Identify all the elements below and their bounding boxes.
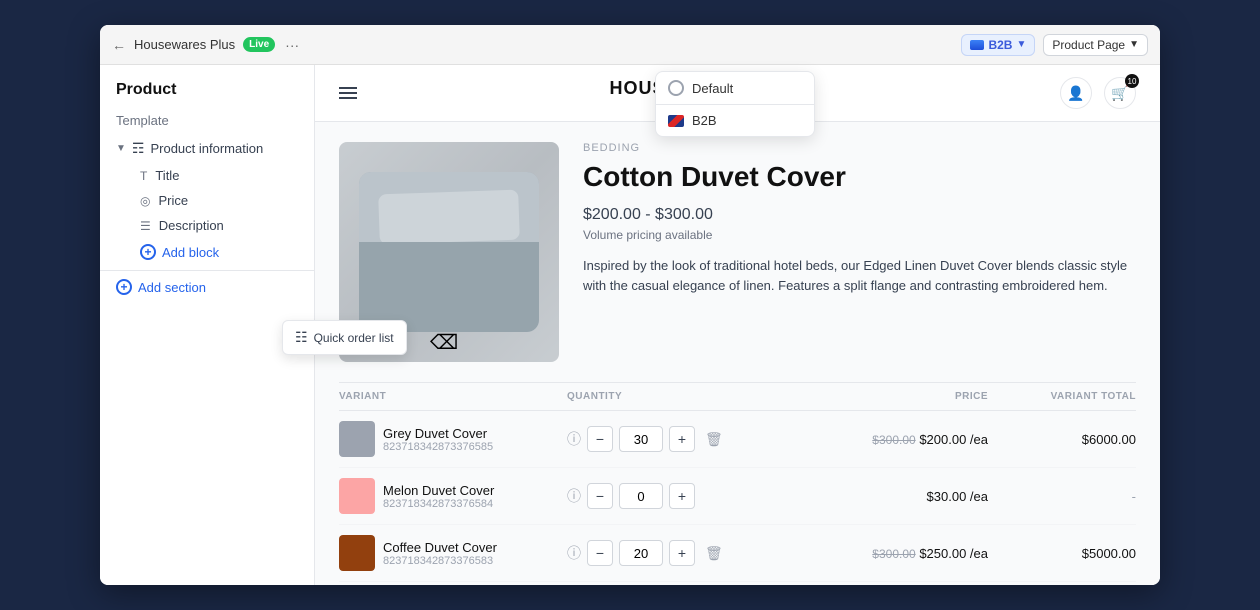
add-block-button[interactable]: + Add block — [100, 238, 314, 266]
info-icon-2[interactable]: ⓘ — [567, 486, 581, 506]
product-price: $200.00 - $300.00 — [583, 206, 1136, 224]
quick-order-tooltip: ☷ Quick order list — [282, 320, 407, 355]
qty-increase-2[interactable]: + — [669, 483, 695, 509]
b2b-chevron-icon: ▼ — [1016, 39, 1026, 50]
page-chevron-icon: ▼ — [1129, 39, 1139, 50]
delete-icon-1[interactable]: 🗑 — [705, 431, 723, 448]
content-area: HOUSEWARES PLUS WHOLESALE 👤 🛒 10 — [315, 65, 1160, 585]
original-price-3: $300.00 — [872, 547, 915, 561]
variant-sku-3: 823718342873376583 — [383, 555, 497, 567]
variant-sku-2: 823718342873376584 — [383, 498, 494, 510]
b2b-dropdown-flag-icon — [668, 115, 684, 127]
cart-count-badge: 10 — [1125, 74, 1139, 88]
hamburger-menu[interactable] — [339, 87, 357, 99]
variant-cell-1: Grey Duvet Cover 823718342873376585 — [339, 421, 559, 457]
product-category: BEDDING — [583, 142, 1136, 154]
sidebar-price-block[interactable]: ◎ Price — [100, 188, 314, 213]
variant-sku-1: 823718342873376585 — [383, 441, 493, 453]
add-section-plus-icon: + — [116, 279, 132, 295]
add-section-button[interactable]: + Add section — [100, 270, 314, 303]
sale-price-2: $30.00 /ea — [927, 489, 988, 504]
globe-icon — [668, 80, 684, 96]
total-col-header: VARIANT TOTAL — [996, 391, 1136, 402]
back-icon[interactable]: ← — [112, 37, 126, 53]
product-title: Cotton Duvet Cover — [583, 160, 1136, 194]
b2b-selector[interactable]: B2B ▼ — [961, 34, 1035, 56]
more-options-icon[interactable]: ··· — [285, 37, 299, 53]
sidebar-title-block[interactable]: T Title — [100, 163, 314, 188]
dropdown-default[interactable]: Default — [656, 72, 814, 104]
variant-name-1: Grey Duvet Cover — [383, 426, 493, 441]
sidebar-product-info-section[interactable]: ▼ ☶ Product information — [100, 134, 314, 163]
table-row: Melon Duvet Cover 823718342873376584 ⓘ −… — [339, 468, 1136, 525]
variant-cell-3: Coffee Duvet Cover 823718342873376583 — [339, 535, 559, 571]
qty-cell-2: ⓘ − + — [567, 483, 840, 509]
dropdown-b2b[interactable]: B2B — [656, 105, 814, 136]
text-icon: T — [140, 169, 147, 183]
total-cell-1: $6000.00 — [996, 432, 1136, 447]
product-description: Inspired by the look of traditional hote… — [583, 256, 1136, 298]
sale-price-3: $250.00 /ea — [919, 546, 988, 561]
qty-increase-1[interactable]: + — [669, 426, 695, 452]
qty-cell-1: ⓘ − + 🗑 — [567, 426, 840, 452]
price-col-header: PRICE — [848, 391, 988, 402]
description-icon: ☰ — [140, 219, 151, 233]
variant-thumb-2 — [339, 478, 375, 514]
variant-col-header: VARIANT — [339, 391, 559, 402]
table-row: Coffee Duvet Cover 823718342873376583 ⓘ … — [339, 525, 1136, 582]
cursor-icon: ⌫ — [430, 330, 458, 355]
table-row: Grey Duvet Cover 823718342873376585 ⓘ − … — [339, 411, 1136, 468]
qty-decrease-2[interactable]: − — [587, 483, 613, 509]
cart-icon-button[interactable]: 🛒 10 — [1104, 77, 1136, 109]
qty-input-1[interactable] — [619, 426, 663, 452]
price-cell-1: $300.00 $200.00 /ea — [848, 432, 988, 447]
sale-price-1: $200.00 /ea — [919, 432, 988, 447]
info-icon-1[interactable]: ⓘ — [567, 429, 581, 449]
delete-icon-3[interactable]: 🗑 — [705, 545, 723, 562]
price-icon: ◎ — [140, 194, 150, 208]
b2b-dropdown: Default B2B — [655, 71, 815, 137]
qty-input-3[interactable] — [619, 540, 663, 566]
collapse-chevron-icon: ▼ — [116, 143, 126, 154]
total-cell-3: $5000.00 — [996, 546, 1136, 561]
volume-pricing-label: Volume pricing available — [583, 228, 1136, 242]
grid-icon: ☶ — [132, 140, 145, 157]
b2b-flag-icon — [970, 40, 984, 50]
live-badge: Live — [243, 37, 275, 52]
header-icons: 👤 🛒 10 — [1060, 77, 1136, 109]
sidebar-description-block[interactable]: ☰ Description — [100, 213, 314, 238]
qty-input-2[interactable] — [619, 483, 663, 509]
table-header: VARIANT QUANTITY PRICE VARIANT TOTAL — [339, 382, 1136, 411]
store-name-topbar: Housewares Plus — [134, 37, 235, 52]
variant-name-2: Melon Duvet Cover — [383, 483, 494, 498]
qty-decrease-3[interactable]: − — [587, 540, 613, 566]
variant-thumb-3 — [339, 535, 375, 571]
account-icon-button[interactable]: 👤 — [1060, 77, 1092, 109]
qty-cell-3: ⓘ − + 🗑 — [567, 540, 840, 566]
sidebar-product-title: Product — [100, 65, 314, 107]
price-cell-3: $300.00 $250.00 /ea — [848, 546, 988, 561]
original-price-1: $300.00 — [872, 433, 915, 447]
price-cell-2: $30.00 /ea — [848, 489, 988, 504]
total-cell-2: - — [996, 489, 1136, 504]
quick-order-icon: ☷ — [295, 329, 308, 346]
quantity-col-header: QUANTITY — [567, 391, 840, 402]
product-page-button[interactable]: Product Page ▼ — [1043, 34, 1148, 56]
qty-decrease-1[interactable]: − — [587, 426, 613, 452]
qty-increase-3[interactable]: + — [669, 540, 695, 566]
variant-cell-2: Melon Duvet Cover 823718342873376584 — [339, 478, 559, 514]
variant-thumb-1 — [339, 421, 375, 457]
variant-name-3: Coffee Duvet Cover — [383, 540, 497, 555]
product-details: BEDDING Cotton Duvet Cover $200.00 - $30… — [583, 142, 1136, 362]
info-icon-3[interactable]: ⓘ — [567, 543, 581, 563]
variants-table: VARIANT QUANTITY PRICE VARIANT TOTAL Gre… — [315, 382, 1160, 585]
add-block-plus-icon: + — [140, 244, 156, 260]
sidebar-template-label: Template — [100, 107, 314, 134]
